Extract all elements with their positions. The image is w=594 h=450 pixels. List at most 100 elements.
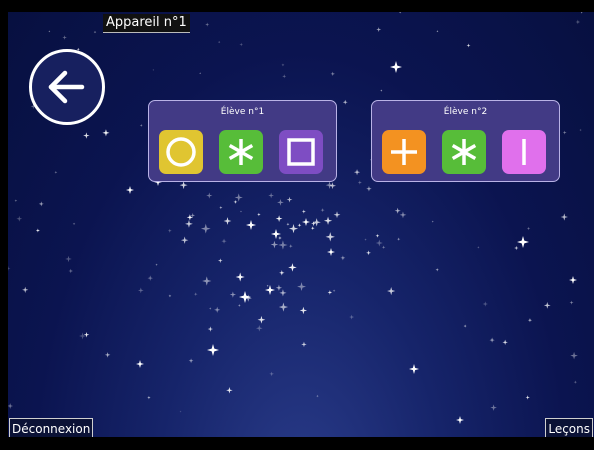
star-icon: [8, 403, 14, 409]
arrow-left-icon: [48, 70, 85, 104]
star-icon: [489, 337, 495, 343]
star-icon: [366, 250, 371, 256]
star-icon: [54, 170, 58, 174]
star-icon: [138, 287, 144, 294]
star-icon: [221, 238, 227, 244]
star-icon: [366, 186, 372, 192]
star-icon: [297, 282, 306, 292]
star-icon: [543, 302, 551, 309]
star-icon: [22, 286, 29, 293]
star-icon: [79, 332, 87, 340]
star-icon: [364, 238, 367, 241]
student-1-symbol-2[interactable]: [219, 130, 263, 174]
star-icon: [48, 30, 51, 33]
star-icon: [569, 276, 577, 284]
star-icon: [301, 209, 306, 214]
student-2-symbol-2[interactable]: [442, 130, 486, 174]
star-icon: [72, 222, 76, 226]
star-icon: [226, 387, 233, 394]
star-icon: [233, 199, 238, 204]
star-icon: [514, 245, 519, 251]
star-icon: [35, 228, 40, 233]
star-icon: [282, 74, 287, 79]
star-icon: [179, 410, 182, 413]
star-icon: [517, 236, 529, 248]
star-icon: [330, 71, 335, 77]
star-icon: [399, 211, 407, 219]
star-icon: [376, 27, 382, 33]
star-icon: [349, 314, 355, 320]
star-icon: [255, 324, 263, 332]
star-icon: [277, 199, 284, 206]
star-icon: [380, 89, 383, 92]
star-icon: [353, 169, 361, 176]
star-icon: [390, 61, 402, 73]
star-icon: [83, 132, 90, 139]
student-1-symbol-3[interactable]: [279, 130, 323, 174]
star-icon: [375, 239, 383, 247]
student-1-symbol-1[interactable]: [159, 130, 203, 174]
star-icon: [573, 380, 578, 384]
student-2-label: Élève n°2: [443, 107, 488, 117]
logout-button[interactable]: Déconnexion: [9, 418, 94, 437]
star-icon: [168, 294, 172, 298]
star-icon: [188, 358, 194, 364]
star-icon: [381, 245, 386, 250]
star-icon: [147, 275, 153, 281]
star-icon: [205, 22, 210, 27]
star-icon: [217, 40, 221, 44]
star-icon: [206, 192, 213, 199]
star-icon: [104, 352, 111, 358]
asterisk-icon: [451, 139, 477, 165]
star-icon: [199, 72, 202, 75]
star-icon: [302, 218, 310, 226]
star-icon: [569, 300, 574, 305]
star-icon: [207, 326, 214, 332]
star-icon: [219, 206, 223, 210]
star-icon: [214, 306, 221, 313]
star-icon: [239, 210, 242, 213]
star-icon: [466, 43, 471, 48]
star-icon: [580, 12, 583, 14]
student-2-symbol-1[interactable]: [382, 130, 426, 174]
star-icon: [16, 215, 23, 222]
star-icon: [102, 129, 110, 137]
star-icon: [279, 289, 287, 297]
star-icon: [436, 30, 439, 33]
star-icon: [490, 404, 497, 411]
star-icon: [397, 237, 401, 241]
star-icon: [270, 240, 279, 249]
star-icon: [147, 395, 151, 400]
star-icon: [527, 318, 533, 323]
star-icon: [323, 216, 333, 225]
student-2-symbol-3[interactable]: [502, 130, 546, 174]
star-icon: [193, 292, 198, 296]
star-icon: [268, 192, 274, 199]
star-icon: [327, 290, 333, 295]
star-icon: [235, 272, 245, 282]
star-icon: [456, 416, 464, 424]
device-label: Appareil n°1: [103, 14, 190, 33]
star-icon: [502, 339, 508, 345]
star-icon: [278, 302, 289, 312]
star-icon: [265, 285, 275, 295]
star-icon: [333, 211, 341, 219]
lessons-button[interactable]: Leçons: [545, 418, 593, 437]
star-icon: [278, 236, 282, 240]
star-icon: [301, 341, 307, 348]
star-icon: [431, 220, 434, 223]
star-icon: [93, 30, 97, 34]
star-icon: [398, 12, 402, 14]
star-icon: [570, 351, 578, 360]
star-icon: [299, 306, 308, 315]
star-icon: [271, 229, 281, 239]
star-icon: [65, 255, 72, 263]
star-icon: [375, 233, 380, 238]
vertical-bar-icon: [522, 139, 526, 165]
star-icon: [278, 240, 288, 250]
star-icon: [482, 301, 488, 307]
star-icon: [327, 248, 335, 256]
star-icon: [575, 19, 581, 25]
back-button[interactable]: [29, 49, 105, 125]
star-icon: [257, 315, 266, 324]
